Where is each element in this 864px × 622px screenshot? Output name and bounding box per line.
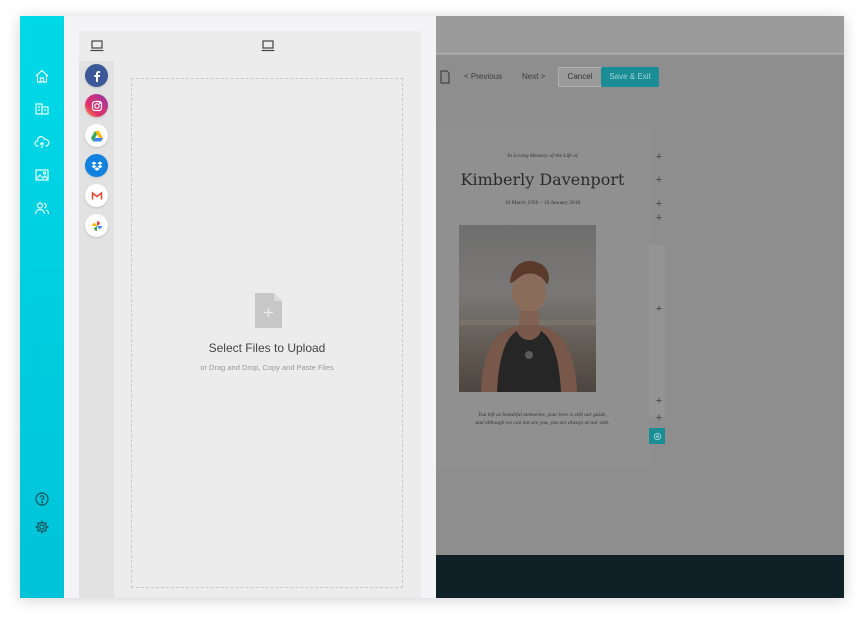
help-icon[interactable] bbox=[33, 490, 51, 508]
save-exit-button[interactable]: Save & Exit bbox=[601, 67, 659, 87]
image-icon[interactable] bbox=[33, 166, 51, 184]
add-block-icon[interactable]: + bbox=[654, 175, 664, 186]
drop-subtitle: or Drag and Drop, Copy and Paste Files bbox=[200, 363, 334, 372]
card-quote: You left us beautiful memories, your lov… bbox=[436, 411, 649, 427]
card-name: Kimberly Davenport bbox=[460, 170, 625, 189]
editor-footer bbox=[436, 555, 844, 598]
add-block-icon[interactable]: + bbox=[654, 304, 664, 315]
cancel-button[interactable]: Cancel bbox=[558, 67, 602, 87]
block-settings-icon[interactable] bbox=[649, 428, 665, 444]
card-dates: 10 March 1956 – 10 January 2018 bbox=[504, 200, 581, 206]
editor-topbar bbox=[436, 16, 844, 55]
add-block-icon[interactable]: + bbox=[654, 213, 664, 224]
file-picker-panel: Select Files to Upload or Drag and Drop,… bbox=[64, 16, 436, 598]
device-header-icon bbox=[261, 39, 275, 52]
google-photos-icon[interactable] bbox=[85, 214, 108, 237]
memorial-card: In Loving Memory of the Life of Kimberly… bbox=[436, 127, 649, 469]
users-icon[interactable] bbox=[33, 199, 51, 217]
previous-button[interactable]: < Previous bbox=[464, 67, 502, 87]
left-rail bbox=[20, 16, 64, 598]
portrait-photo bbox=[459, 225, 596, 392]
app-window: Select Files to Upload or Drag and Drop,… bbox=[20, 16, 844, 598]
add-block-icon[interactable]: + bbox=[654, 413, 664, 424]
device-tab-icon[interactable] bbox=[90, 39, 104, 52]
add-block-icon[interactable]: + bbox=[654, 152, 664, 163]
google-drive-icon[interactable] bbox=[85, 124, 108, 147]
drop-title: Select Files to Upload bbox=[208, 341, 326, 355]
add-block-icon[interactable]: + bbox=[654, 199, 664, 210]
file-picker: Select Files to Upload or Drag and Drop,… bbox=[79, 31, 421, 598]
card-heading-line: In Loving Memory of the Life of bbox=[507, 153, 578, 159]
card-quote-line-2: and although we can not see you, you are… bbox=[475, 420, 610, 426]
next-button[interactable]: Next > bbox=[522, 67, 545, 87]
add-block-icon[interactable]: + bbox=[654, 396, 664, 407]
facebook-icon[interactable] bbox=[85, 64, 108, 87]
source-list bbox=[79, 61, 114, 598]
templates-icon[interactable] bbox=[33, 100, 51, 118]
home-icon[interactable] bbox=[33, 67, 51, 85]
settings-icon[interactable] bbox=[33, 518, 51, 536]
gmail-icon[interactable] bbox=[85, 184, 108, 207]
file-add-icon bbox=[255, 293, 282, 328]
card-quote-line-1: You left us beautiful memories, your lov… bbox=[478, 412, 607, 418]
page-icon[interactable] bbox=[440, 70, 450, 84]
drop-zone[interactable]: Select Files to Upload or Drag and Drop,… bbox=[131, 78, 403, 588]
upload-cloud-icon[interactable] bbox=[33, 133, 51, 151]
block-strip bbox=[649, 245, 665, 417]
dropbox-icon[interactable] bbox=[85, 154, 108, 177]
editor-background: < Previous Next > Cancel Save & Exit In … bbox=[436, 16, 844, 598]
instagram-icon[interactable] bbox=[85, 94, 108, 117]
